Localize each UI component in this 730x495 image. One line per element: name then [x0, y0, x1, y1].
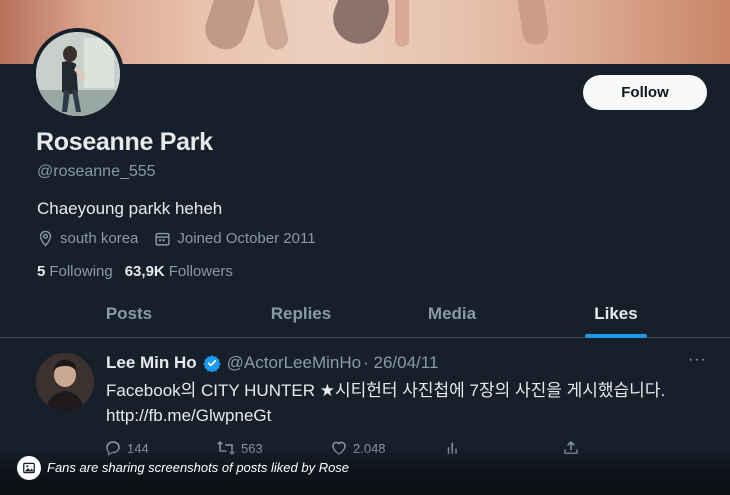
joined-text: Joined October 2011: [177, 230, 316, 247]
calendar-icon: [155, 232, 170, 246]
profile-avatar[interactable]: [32, 28, 124, 120]
verified-icon: [202, 355, 221, 372]
following-link[interactable]: 5 Following: [37, 263, 113, 280]
follow-button[interactable]: Follow: [583, 75, 707, 110]
image-caption: Fans are sharing screenshots of posts li…: [0, 447, 730, 495]
post-header: Lee Min Ho @ActorLeeMinHo · 26/04/11: [106, 353, 438, 373]
post-date: · 26/04/11: [363, 353, 439, 372]
tab-likes[interactable]: Likes: [551, 290, 681, 338]
followers-link[interactable]: 63,9K Followers: [125, 263, 233, 280]
post-text: Facebook의 CITY HUNTER ★시티헌터 사진첩에 7장의 사진을…: [106, 378, 706, 428]
post-link[interactable]: http://fb.me/GlwpneGt: [106, 403, 706, 428]
image-icon: [17, 456, 41, 480]
followers-label: Followers: [168, 263, 233, 280]
tab-posts-label: Posts: [105, 304, 153, 323]
following-count: 5: [37, 263, 46, 280]
screenshot-frame: Follow Roseanne Park @roseanne_555 Chaey…: [0, 0, 730, 495]
tab-likes-label: Likes: [594, 304, 638, 323]
post-author-username[interactable]: @ActorLeeMinHo: [227, 353, 361, 373]
followers-count: 63,9K: [124, 263, 165, 280]
profile-bio: Chaeyoung parkk heheh: [37, 199, 223, 218]
author-photo: [36, 353, 94, 411]
tab-replies-label: Replies: [270, 304, 332, 323]
follow-stats: 5 Following 63,9K Followers: [37, 263, 245, 280]
active-tab-indicator: [585, 334, 647, 338]
tab-replies[interactable]: Replies: [236, 290, 366, 338]
location-icon: [39, 230, 52, 247]
profile-tabs: Posts Replies Media Likes: [0, 290, 730, 338]
tab-media-label: Media: [427, 304, 477, 323]
tab-media[interactable]: Media: [387, 290, 517, 338]
profile-handle: @roseanne_555: [37, 163, 156, 180]
profile-page: Follow Roseanne Park @roseanne_555 Chaey…: [0, 28, 730, 495]
profile-name: Roseanne Park: [36, 128, 213, 156]
more-options-icon[interactable]: ···: [688, 351, 707, 369]
profile-joined: Joined October 2011: [154, 230, 316, 247]
profile-meta: south korea Joined October 2011: [37, 230, 332, 247]
post-author-avatar[interactable]: [36, 353, 94, 411]
caption-text: Fans are sharing screenshots of posts li…: [47, 460, 350, 475]
avatar-photo: [36, 32, 120, 116]
post-author-name[interactable]: Lee Min Ho: [106, 353, 197, 373]
post-text-line: Facebook의 CITY HUNTER ★시티헌터 사진첩에 7장의 사진을…: [106, 381, 666, 400]
tab-posts[interactable]: Posts: [64, 290, 194, 338]
following-label: Following: [49, 263, 113, 280]
profile-location: south korea: [37, 230, 138, 247]
location-text: south korea: [60, 230, 139, 247]
